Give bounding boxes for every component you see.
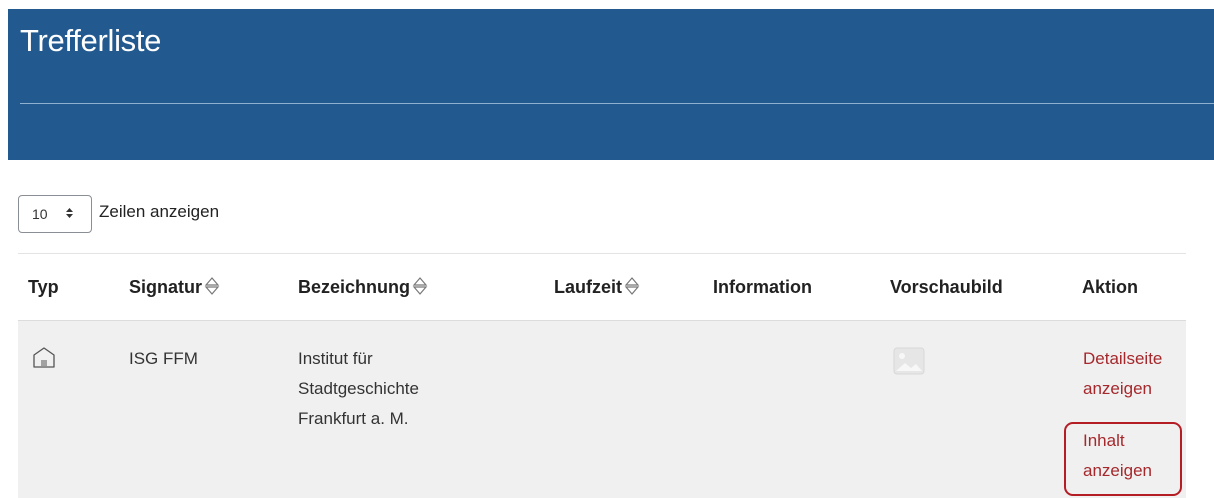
- cell-aktion: Detailseite anzeigen: [1083, 344, 1162, 404]
- column-header-bezeichnung[interactable]: Bezeichnung: [298, 277, 428, 301]
- sort-icon[interactable]: [204, 276, 220, 301]
- select-arrows-icon: [65, 196, 74, 232]
- column-header-laufzeit[interactable]: Laufzeit: [554, 277, 640, 301]
- column-header-information: Information: [713, 277, 812, 298]
- column-header-label: Information: [713, 277, 812, 297]
- column-header-label: Laufzeit: [554, 277, 623, 297]
- header-divider: [20, 103, 1214, 104]
- link-text-line: Inhalt: [1083, 431, 1125, 450]
- show-content-link[interactable]: Inhalt anzeigen: [1083, 426, 1152, 486]
- cell-text-line: Stadtgeschichte: [298, 379, 419, 398]
- table-top-divider: [18, 253, 1186, 254]
- page-length-select[interactable]: 10: [18, 195, 92, 233]
- link-text-line: anzeigen: [1083, 461, 1153, 480]
- page-length-label: Zeilen anzeigen: [99, 202, 220, 221]
- column-header-label: Typ: [28, 277, 59, 297]
- show-content-link-wrapper: Inhalt anzeigen: [1083, 426, 1152, 486]
- column-header-vorschaubild: Vorschaubild: [890, 277, 1003, 298]
- sort-icon[interactable]: [412, 276, 428, 301]
- sort-icon[interactable]: [624, 276, 640, 301]
- column-header-aktion: Aktion: [1082, 277, 1138, 298]
- cell-text-line: Frankfurt a. M.: [298, 409, 409, 428]
- page-length-value: 10: [32, 206, 48, 222]
- link-text-line: anzeigen: [1083, 379, 1153, 398]
- column-header-label: Signatur: [129, 277, 203, 297]
- cell-text-line: Institut für: [298, 349, 373, 368]
- page-header: Trefferliste: [8, 9, 1214, 160]
- image-placeholder-icon: [893, 347, 925, 385]
- column-header-label: Aktion: [1082, 277, 1138, 297]
- page-title: Trefferliste: [20, 23, 162, 58]
- column-header-label: Bezeichnung: [298, 277, 411, 297]
- column-header-typ: Typ: [28, 277, 59, 298]
- cell-bezeichnung: Institut für Stadtgeschichte Frankfurt a…: [298, 344, 419, 434]
- cell-signatur: ISG FFM: [129, 349, 198, 368]
- link-text-line: Detailseite: [1083, 349, 1163, 368]
- column-header-label: Vorschaubild: [890, 277, 1003, 297]
- column-header-signatur[interactable]: Signatur: [129, 277, 220, 301]
- detail-page-link[interactable]: Detailseite anzeigen: [1083, 344, 1162, 404]
- archive-building-icon: [32, 345, 56, 379]
